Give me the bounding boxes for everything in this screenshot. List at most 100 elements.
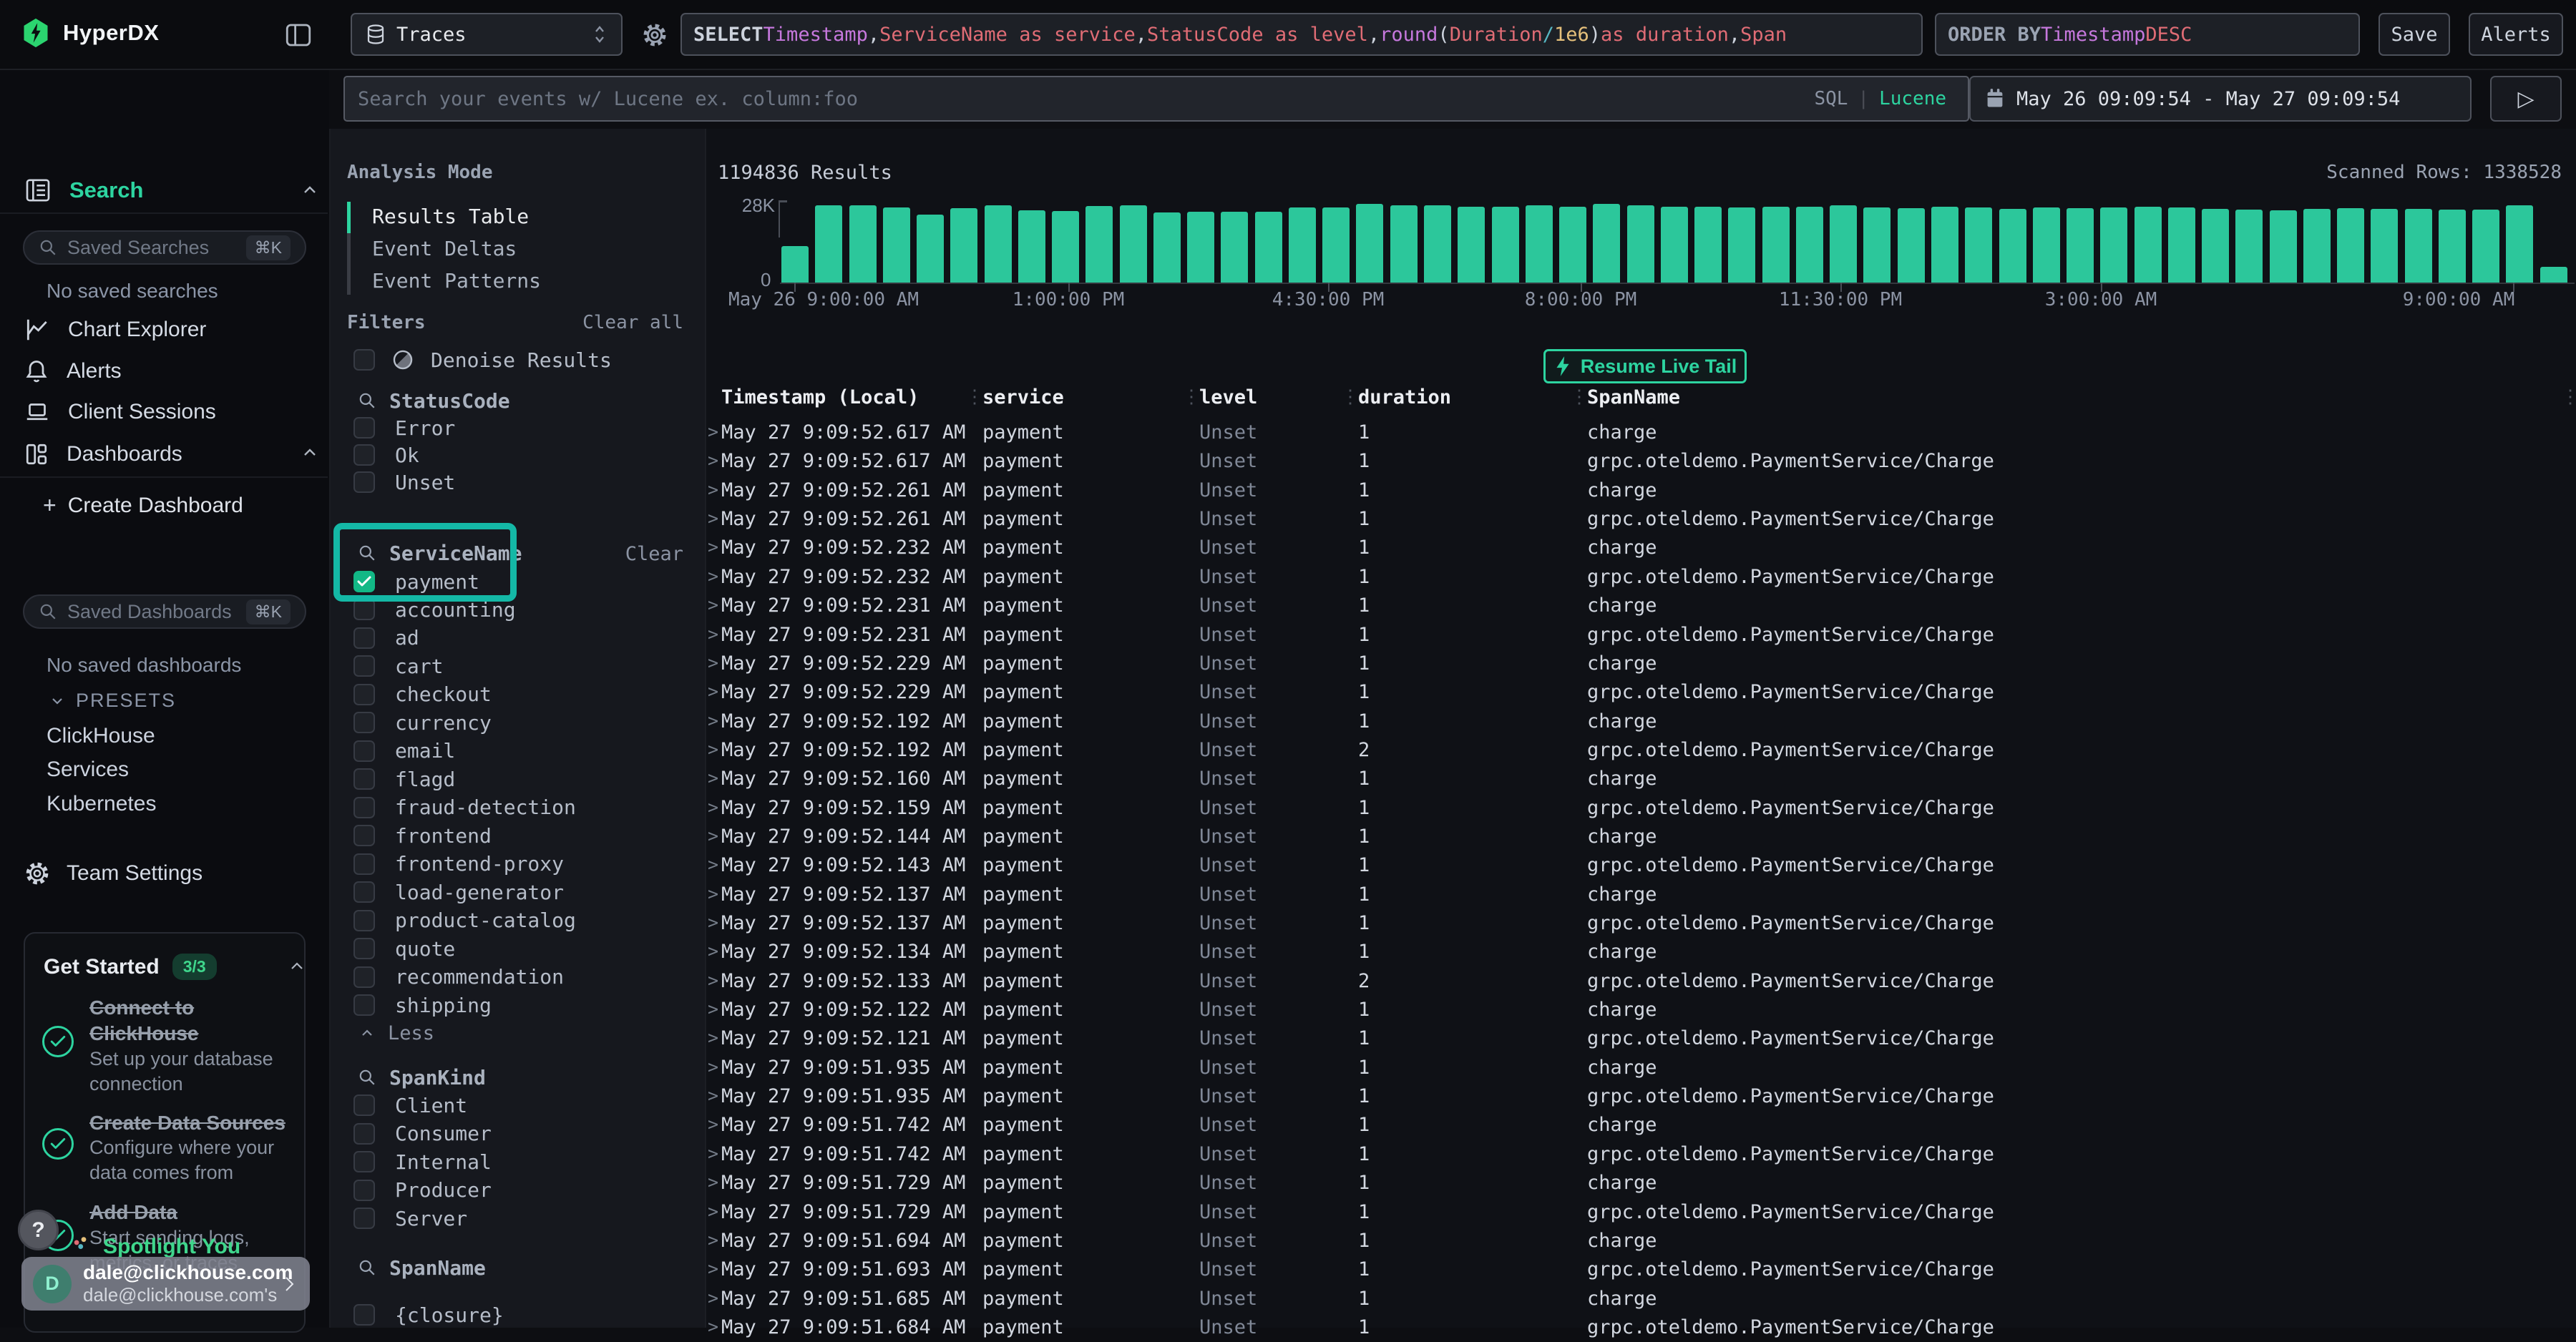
sidebar-item-chart-explorer[interactable]: Chart Explorer: [24, 316, 206, 343]
table-row[interactable]: >May 27 9:09:52.133 AMpaymentUnset2grpc.…: [706, 967, 2576, 996]
source-select[interactable]: Traces: [351, 13, 623, 56]
histogram-bar[interactable]: [1018, 210, 1045, 283]
filter-option-unset[interactable]: Unset: [353, 468, 455, 496]
filter-option-email[interactable]: email: [353, 737, 455, 765]
histogram-bar[interactable]: [1762, 207, 1790, 283]
table-row[interactable]: >May 27 9:09:52.617 AMpaymentUnset1charg…: [706, 418, 2576, 447]
table-row[interactable]: >May 27 9:09:52.134 AMpaymentUnset1charg…: [706, 938, 2576, 966]
histogram-bar[interactable]: [1728, 207, 1755, 283]
histogram-bar[interactable]: [1492, 207, 1519, 283]
histogram-bar[interactable]: [1627, 205, 1654, 283]
sidebar-item-alerts[interactable]: Alerts: [24, 358, 122, 385]
row-expand-chevron-icon[interactable]: >: [708, 710, 718, 731]
histogram-bar[interactable]: [883, 207, 910, 283]
histogram-bar[interactable]: [1559, 207, 1586, 283]
filter-option-frontend-proxy[interactable]: frontend-proxy: [353, 850, 564, 878]
servicename-clear[interactable]: Clear: [625, 543, 683, 565]
table-row[interactable]: >May 27 9:09:52.137 AMpaymentUnset1charg…: [706, 881, 2576, 909]
histogram-bar[interactable]: [1593, 204, 1620, 283]
row-expand-chevron-icon[interactable]: >: [708, 479, 718, 500]
search-icon[interactable]: [358, 1258, 376, 1277]
row-expand-chevron-icon[interactable]: >: [708, 1288, 718, 1308]
filter-group-header-servicename[interactable]: ServiceName: [358, 539, 522, 567]
checkbox[interactable]: [353, 599, 375, 620]
histogram-bar[interactable]: [1322, 207, 1350, 283]
table-row[interactable]: >May 27 9:09:52.137 AMpaymentUnset1grpc.…: [706, 909, 2576, 938]
checkbox[interactable]: [353, 938, 375, 959]
filter-option-quote[interactable]: quote: [353, 934, 455, 963]
filter-option-client[interactable]: Client: [353, 1091, 467, 1120]
column-drag-handle-icon[interactable]: ⋮: [965, 386, 984, 408]
table-row[interactable]: >May 27 9:09:52.617 AMpaymentUnset1grpc.…: [706, 447, 2576, 476]
filter-option-internal[interactable]: Internal: [353, 1147, 492, 1176]
column-drag-handle-icon[interactable]: ⋮: [1570, 386, 1589, 408]
row-expand-chevron-icon[interactable]: >: [708, 999, 718, 1019]
checkbox[interactable]: [353, 740, 375, 762]
table-row[interactable]: >May 27 9:09:52.232 AMpaymentUnset1grpc.…: [706, 563, 2576, 592]
column-drag-handle-icon[interactable]: ⋮: [1182, 386, 1201, 408]
filter-option-consumer[interactable]: Consumer: [353, 1120, 492, 1148]
histogram-bar[interactable]: [2303, 209, 2331, 283]
histogram-bar[interactable]: [1999, 209, 2026, 283]
table-row[interactable]: >May 27 9:09:52.143 AMpaymentUnset1grpc.…: [706, 851, 2576, 880]
histogram-bar[interactable]: [950, 208, 977, 283]
table-row[interactable]: >May 27 9:09:52.159 AMpaymentUnset1grpc.…: [706, 794, 2576, 823]
filter-option-error[interactable]: Error: [353, 413, 455, 442]
filter-option-frontend[interactable]: frontend: [353, 821, 492, 850]
row-expand-chevron-icon[interactable]: >: [708, 797, 718, 818]
column-header-spanname[interactable]: SpanName: [1587, 386, 1680, 408]
source-settings-gear-icon[interactable]: [641, 21, 668, 49]
filter-option-shipping[interactable]: shipping: [353, 991, 492, 1019]
histogram-bar[interactable]: [1796, 207, 1823, 283]
run-query-button[interactable]: ▷: [2490, 76, 2562, 122]
table-row[interactable]: >May 27 9:09:52.229 AMpaymentUnset1charg…: [706, 650, 2576, 678]
search-icon[interactable]: [358, 544, 376, 562]
row-expand-chevron-icon[interactable]: >: [708, 854, 718, 875]
histogram-bar[interactable]: [2067, 208, 2094, 283]
table-row[interactable]: >May 27 9:09:52.231 AMpaymentUnset1charg…: [706, 592, 2576, 620]
histogram-bar[interactable]: [1221, 212, 1248, 283]
checkbox[interactable]: [353, 1304, 375, 1326]
presets-toggle[interactable]: PRESETS: [49, 690, 176, 712]
filter-option-recommendation[interactable]: recommendation: [353, 963, 564, 991]
row-expand-chevron-icon[interactable]: >: [708, 1027, 718, 1048]
results-histogram[interactable]: [781, 204, 2574, 283]
histogram-bar[interactable]: [2405, 209, 2432, 283]
filter-group-header-spanname[interactable]: SpanName: [358, 1253, 486, 1282]
histogram-bar[interactable]: [1120, 205, 1147, 283]
checkbox[interactable]: [353, 1208, 375, 1229]
table-row[interactable]: >May 27 9:09:52.232 AMpaymentUnset1charg…: [706, 534, 2576, 562]
histogram-bar[interactable]: [1052, 211, 1079, 283]
row-expand-chevron-icon[interactable]: >: [708, 883, 718, 904]
create-dashboard-button[interactable]: + Create Dashboard: [43, 492, 243, 519]
row-expand-chevron-icon[interactable]: >: [708, 739, 718, 760]
table-row[interactable]: >May 27 9:09:51.935 AMpaymentUnset1charg…: [706, 1054, 2576, 1082]
checkbox[interactable]: [353, 966, 375, 988]
histogram-bar[interactable]: [917, 215, 944, 283]
analysis-mode-event-deltas[interactable]: Event Deltas: [372, 237, 517, 260]
checkbox[interactable]: [353, 1123, 375, 1145]
column-header-duration[interactable]: duration: [1358, 386, 1451, 408]
row-expand-chevron-icon[interactable]: >: [708, 1143, 718, 1164]
filter-option-flagd[interactable]: flagd: [353, 765, 455, 793]
histogram-bar[interactable]: [1424, 205, 1451, 283]
filter-option-server[interactable]: Server: [353, 1204, 467, 1233]
histogram-bar[interactable]: [781, 246, 809, 283]
analysis-mode-event-patterns[interactable]: Event Patterns: [372, 269, 541, 293]
table-row[interactable]: >May 27 9:09:52.121 AMpaymentUnset1grpc.…: [706, 1024, 2576, 1053]
histogram-bar[interactable]: [1863, 207, 1890, 283]
denoise-results-toggle[interactable]: Denoise Results: [353, 346, 612, 374]
row-expand-chevron-icon[interactable]: >: [708, 912, 718, 933]
checkbox[interactable]: [353, 853, 375, 875]
row-expand-chevron-icon[interactable]: >: [708, 594, 718, 615]
checkbox[interactable]: [353, 655, 375, 677]
histogram-bar[interactable]: [2202, 209, 2229, 283]
filter-option-accounting[interactable]: accounting: [353, 595, 516, 624]
filter-option--closure-[interactable]: {closure}: [353, 1301, 504, 1329]
table-row[interactable]: >May 27 9:09:51.729 AMpaymentUnset1grpc.…: [706, 1198, 2576, 1227]
filter-group-header-statuscode[interactable]: StatusCode: [358, 386, 510, 415]
histogram-bar[interactable]: [2033, 207, 2060, 283]
row-expand-chevron-icon[interactable]: >: [708, 1316, 718, 1337]
get-started-item-title[interactable]: Connect to ClickHouse: [89, 995, 297, 1047]
team-settings-button[interactable]: Team Settings: [24, 860, 203, 887]
